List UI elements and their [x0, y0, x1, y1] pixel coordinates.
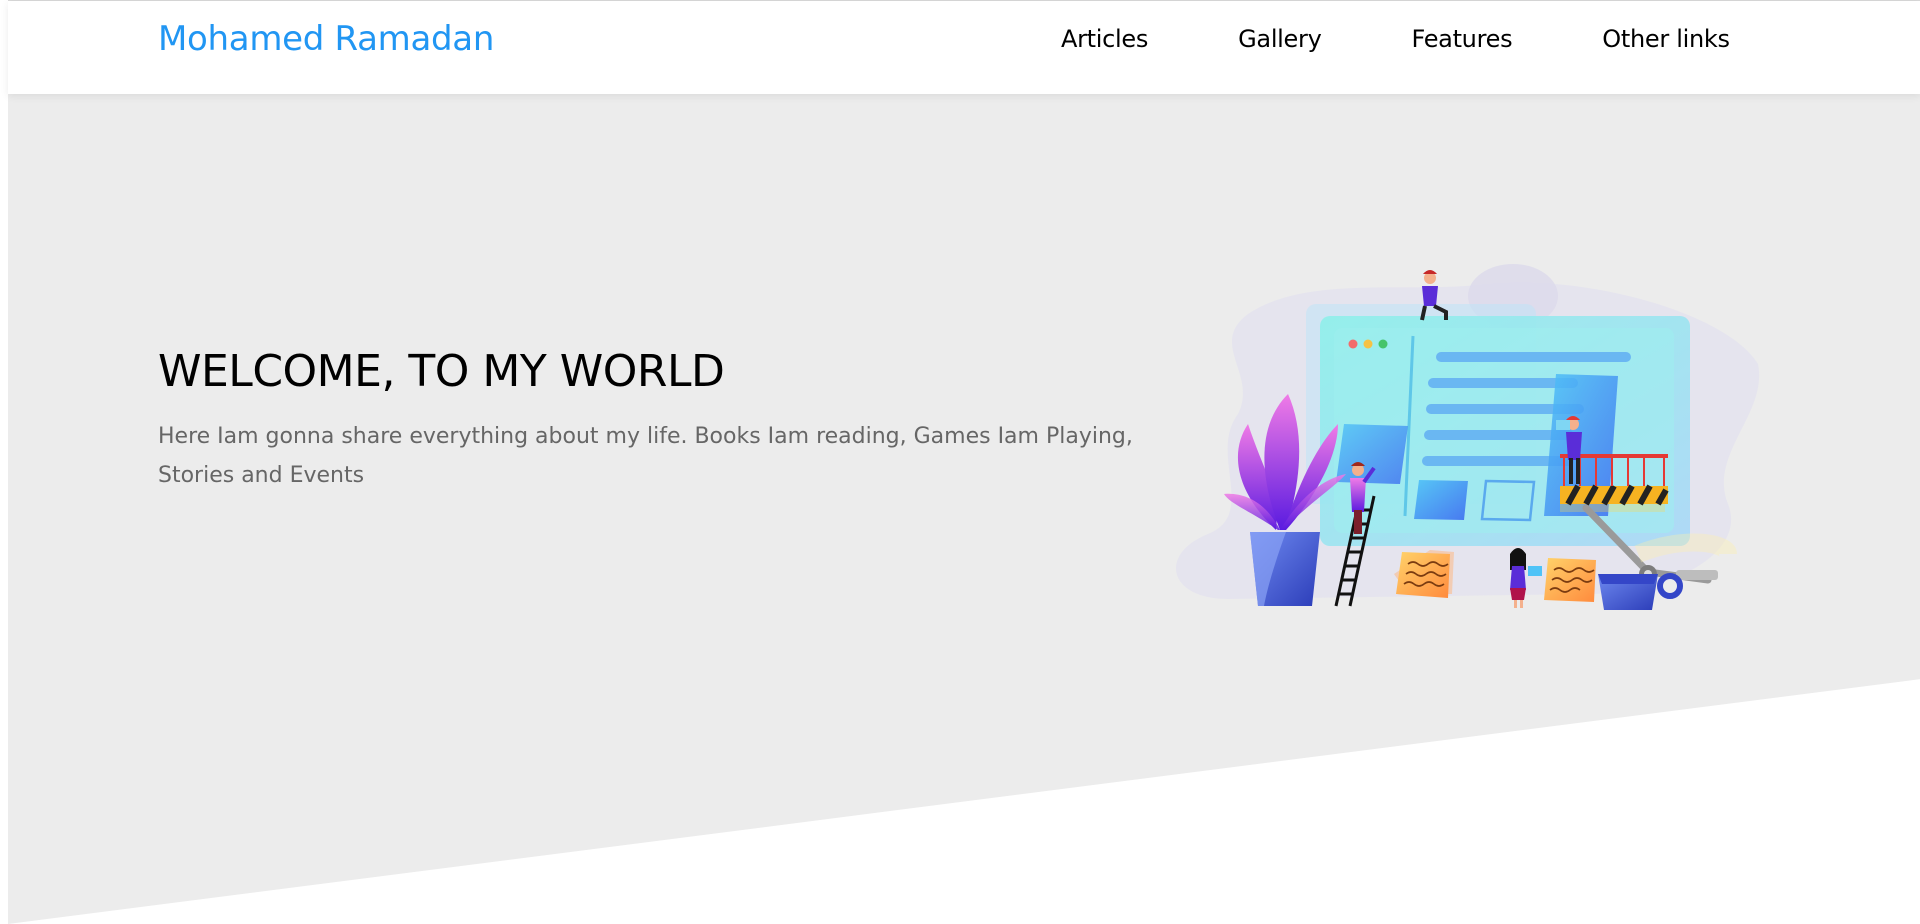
page-edge [0, 0, 8, 924]
site-header: Mohamed Ramadan Articles Gallery Feature… [8, 1, 1920, 94]
landing-intro: WELCOME, TO MY WORLD Here Iam gonna shar… [158, 346, 1168, 495]
hero-illustration [1175, 264, 1760, 610]
nav-link-other-links[interactable]: Other links [1602, 25, 1730, 53]
landing-text: Here Iam gonna share everything about my… [158, 424, 1133, 488]
nav-link-gallery[interactable]: Gallery [1238, 25, 1322, 53]
landing-section: WELCOME, TO MY WORLD Here Iam gonna shar… [8, 94, 1920, 924]
logo-link[interactable]: Mohamed Ramadan [158, 19, 494, 59]
main-nav: Articles Gallery Features Other links [1061, 25, 1730, 53]
nav-link-features[interactable]: Features [1412, 25, 1513, 53]
nav-link-articles[interactable]: Articles [1061, 25, 1148, 53]
landing-title: WELCOME, TO MY WORLD [158, 346, 725, 397]
